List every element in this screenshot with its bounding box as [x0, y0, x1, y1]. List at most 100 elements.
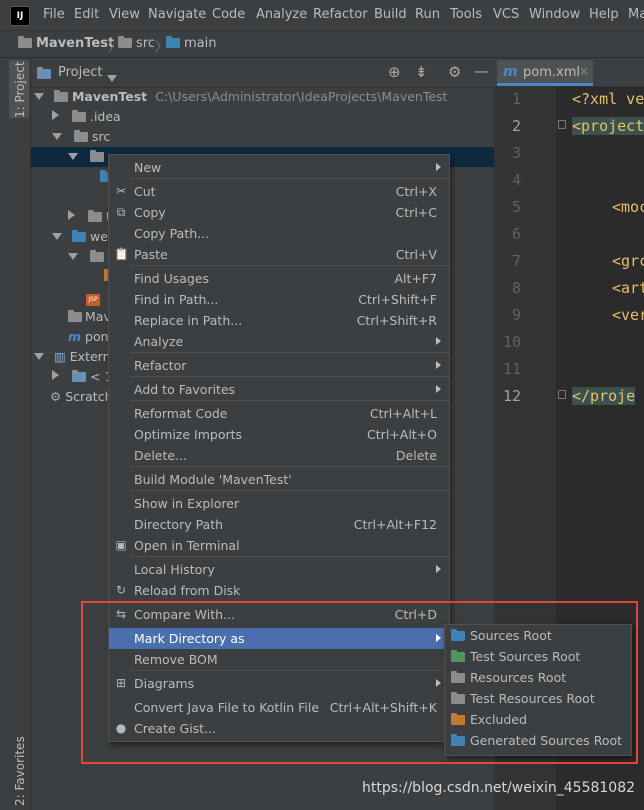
context-menu-item-reload-from-disk[interactable]: ↻ Reload from Disk	[109, 580, 449, 601]
project-path: C:\Users\Administrator\IdeaProjects\Mave…	[155, 89, 448, 104]
scratches-icon: ⚙	[50, 389, 62, 404]
line-number: 12	[502, 387, 521, 405]
breadcrumb-item[interactable]: src	[118, 36, 155, 51]
context-menu-item-find-in-path[interactable]: Find in Path... Ctrl+Shift+F	[109, 289, 449, 310]
menu-refactor[interactable]: Refactor	[313, 7, 368, 22]
breadcrumb: MavenTest 〉 src 〉 main	[0, 31, 644, 58]
expand-arrow-icon[interactable]	[34, 93, 44, 100]
hide-panel-icon[interactable]: —	[474, 62, 489, 80]
favorites-tool-tab-label[interactable]: 2: Favorites	[13, 736, 27, 806]
menu-window[interactable]: Window	[529, 7, 580, 22]
menu-build[interactable]: Build	[374, 7, 407, 22]
tree-node-idea[interactable]: .idea	[52, 107, 121, 127]
expand-arrow-icon[interactable]	[52, 133, 62, 140]
project-view-selector[interactable]: Project	[58, 65, 102, 80]
menu-run[interactable]: Run	[415, 7, 440, 22]
collapse-all-icon[interactable]: ⇟	[415, 63, 428, 81]
context-menu-item-build-module-maventest[interactable]: Build Module 'MavenTest'	[109, 469, 449, 490]
expand-arrow-icon[interactable]	[52, 110, 59, 120]
tree-node-jsp[interactable]: JSP	[86, 287, 100, 307]
breadcrumb-item[interactable]: MavenTest	[18, 36, 114, 51]
tree-node-external-libraries[interactable]: ▥ Externa	[34, 347, 118, 367]
context-menu-item-find-usages[interactable]: Find Usages Alt+F7	[109, 268, 449, 289]
context-menu-item-directory-path[interactable]: Directory Path Ctrl+Alt+F12	[109, 514, 449, 535]
menu-analyze[interactable]: Analyze	[256, 7, 307, 22]
fold-marker-icon[interactable]	[558, 120, 566, 129]
menu-file[interactable]: File	[43, 7, 65, 22]
context-menu-item-show-in-explorer[interactable]: Show in Explorer	[109, 493, 449, 514]
context-menu-item-add-to-favorites[interactable]: Add to Favorites	[109, 379, 449, 400]
context-menu-item-cut[interactable]: ✂ Cut Ctrl+X	[109, 181, 449, 202]
expand-arrow-icon[interactable]	[34, 353, 44, 360]
menu-edit[interactable]: Edit	[74, 7, 99, 22]
menu-help[interactable]: Help	[589, 7, 619, 22]
fold-marker-icon[interactable]	[558, 390, 566, 399]
menu-more[interactable]: Ma	[628, 7, 644, 22]
jdk-folder-icon	[71, 370, 86, 382]
menu-navigate[interactable]: Navigate	[148, 7, 206, 22]
expand-arrow-icon[interactable]	[52, 233, 62, 240]
menu-separator	[131, 556, 449, 557]
line-number: 4	[511, 171, 521, 189]
web-folder-icon	[71, 230, 86, 242]
menu-item-shortcut: Ctrl+V	[395, 247, 437, 262]
locate-icon[interactable]: ⊕	[388, 63, 401, 81]
tree-node-test[interactable]: t	[68, 207, 111, 227]
left-tool-stripe	[0, 58, 31, 810]
menu-item-label: Analyze	[134, 334, 184, 349]
context-menu-item-analyze[interactable]: Analyze	[109, 331, 449, 352]
code-line: </proje	[572, 387, 636, 405]
menu-view[interactable]: View	[109, 7, 140, 22]
menu-item-label: Reformat Code	[134, 406, 228, 421]
context-menu-item-copy-path[interactable]: Copy Path...	[109, 223, 449, 244]
close-icon[interactable]: ×	[579, 64, 589, 78]
expand-arrow-icon[interactable]	[68, 253, 78, 260]
tree-node-pom[interactable]: m pon	[68, 327, 109, 347]
chevron-down-icon[interactable]	[107, 71, 117, 86]
tree-node-project-root[interactable]: MavenTest C:\Users\Administrator\IdeaPro…	[34, 87, 447, 107]
context-menu-item-copy[interactable]: ⧉ Copy Ctrl+C	[109, 202, 449, 223]
menu-item-shortcut: Alt+F7	[394, 271, 437, 286]
line-number: 11	[502, 360, 521, 378]
gear-icon[interactable]: ⚙	[448, 63, 461, 81]
menu-item-label: Copy Path...	[134, 226, 210, 241]
expand-arrow-icon[interactable]	[52, 370, 59, 380]
context-menu-item-refactor[interactable]: Refactor	[109, 355, 449, 376]
expand-arrow-icon[interactable]	[68, 210, 75, 220]
project-panel-header: Project ⊕ ⇟ ⚙ —	[31, 60, 494, 88]
context-menu-item-new[interactable]: New	[109, 157, 449, 178]
project-tool-tab-label[interactable]: 1: Project	[13, 61, 27, 118]
code-line: <grc	[612, 252, 644, 270]
reload-icon: ↻	[115, 583, 127, 597]
context-menu-item-replace-in-path[interactable]: Replace in Path... Ctrl+Shift+R	[109, 310, 449, 331]
context-menu-item-reformat-code[interactable]: Reformat Code Ctrl+Alt+L	[109, 403, 449, 424]
tree-node-iml[interactable]: Mav	[68, 307, 111, 327]
context-menu-item-optimize-imports[interactable]: Optimize Imports Ctrl+Alt+O	[109, 424, 449, 445]
breadcrumb-item[interactable]: main	[166, 36, 216, 51]
menu-item-shortcut: Ctrl+X	[395, 184, 437, 199]
menu-item-label: Add to Favorites	[134, 382, 236, 397]
watermark-text: https://blog.csdn.net/weixin_45581082	[362, 780, 636, 796]
folder-icon	[89, 150, 104, 162]
menu-tools[interactable]: Tools	[450, 7, 482, 22]
context-menu-item-local-history[interactable]: Local History	[109, 559, 449, 580]
folder-icon	[89, 250, 104, 262]
maven-file-icon: m	[68, 329, 82, 344]
menu-item-label: Find in Path...	[134, 292, 219, 307]
tree-node-src[interactable]: src	[52, 127, 110, 147]
expand-arrow-icon[interactable]	[68, 153, 78, 160]
menu-item-shortcut: Ctrl+Alt+O	[367, 427, 437, 442]
tab-pom-xml[interactable]: m pom.xml ×	[497, 60, 593, 86]
tree-node-web[interactable]: web	[52, 227, 116, 247]
menu-separator	[131, 490, 449, 491]
tree-node-jdk[interactable]: < 1	[52, 367, 112, 387]
context-menu-item-paste[interactable]: 📋 Paste Ctrl+V	[109, 244, 449, 265]
menu-code[interactable]: Code	[212, 7, 245, 22]
menu-item-label: Replace in Path...	[134, 313, 243, 328]
line-number: 7	[511, 252, 521, 270]
menu-vcs[interactable]: VCS	[493, 7, 519, 22]
tree-node-scratches[interactable]: ⚙ Scratch	[50, 387, 113, 407]
library-icon: ▥	[53, 349, 66, 364]
context-menu-item-delete[interactable]: Delete... Delete	[109, 445, 449, 466]
context-menu-item-open-in-terminal[interactable]: ▣ Open in Terminal	[109, 535, 449, 556]
